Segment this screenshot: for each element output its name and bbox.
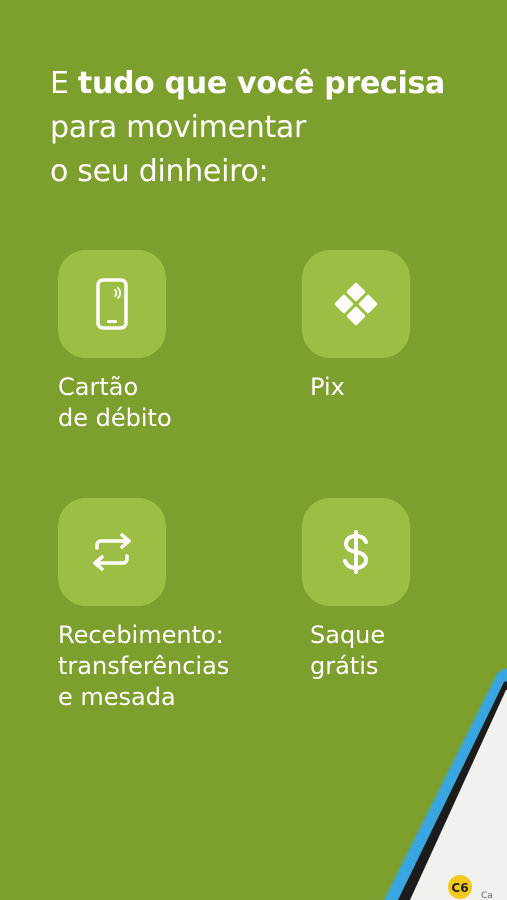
phone-partial-text: Ca (481, 891, 493, 900)
c6-badge-text: C6 (451, 881, 468, 895)
phone-screen (410, 690, 507, 900)
phone-preview: C6 Ca (384, 668, 507, 900)
